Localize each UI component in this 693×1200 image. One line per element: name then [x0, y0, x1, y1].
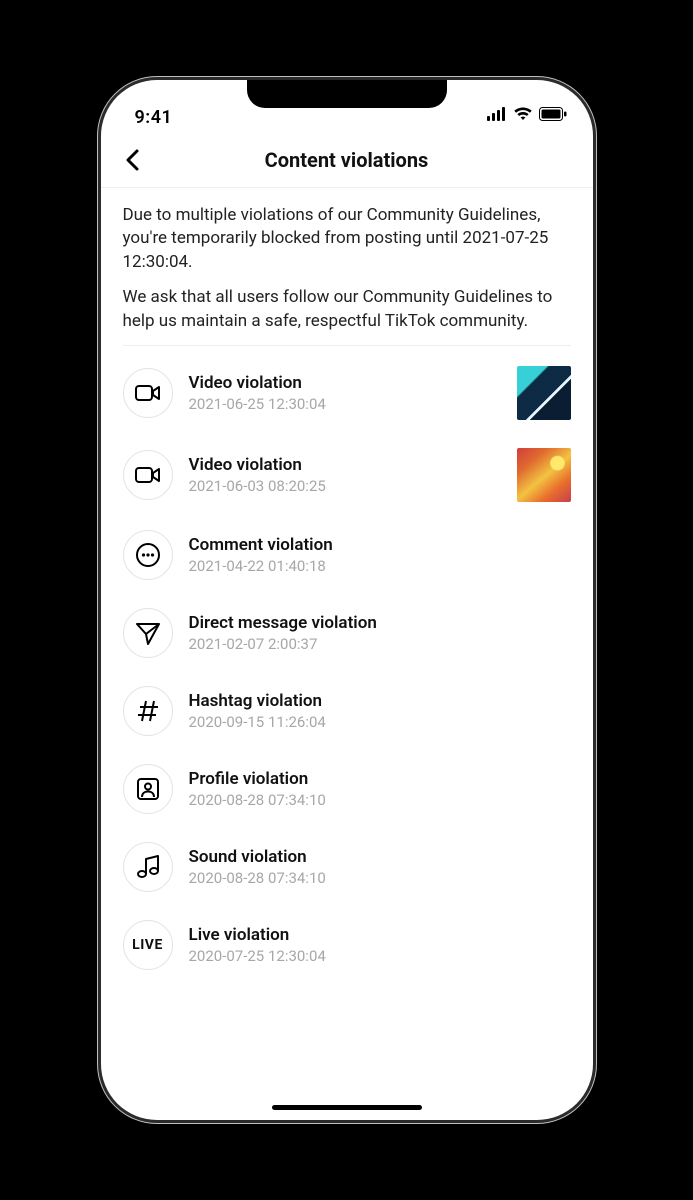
violation-item[interactable]: Profile violation 2020-08-28 07:34:10	[123, 750, 571, 828]
intro-paragraph-1: Due to multiple violations of our Commun…	[123, 204, 571, 274]
violation-timestamp: 2020-07-25 12:30:04	[189, 947, 571, 965]
violation-timestamp: 2021-04-22 01:40:18	[189, 557, 571, 575]
comment-icon	[123, 530, 173, 580]
violation-text: Live violation 2020-07-25 12:30:04	[189, 925, 571, 965]
battery-icon	[539, 105, 567, 126]
hashtag-icon	[123, 686, 173, 736]
violation-item[interactable]: Video violation 2021-06-25 12:30:04	[123, 352, 571, 434]
profile-icon	[123, 764, 173, 814]
violation-timestamp: 2021-06-25 12:30:04	[189, 395, 501, 413]
violation-title: Sound violation	[189, 847, 571, 867]
violation-item[interactable]: LIVE Live violation 2020-07-25 12:30:04	[123, 906, 571, 984]
home-indicator[interactable]	[272, 1105, 422, 1110]
intro-paragraph-2: We ask that all users follow our Communi…	[123, 286, 571, 333]
violation-text: Video violation 2021-06-03 08:20:25	[189, 455, 501, 495]
video-icon	[123, 368, 173, 418]
live-icon: LIVE	[123, 920, 173, 970]
nav-bar: Content violations	[101, 132, 593, 188]
violation-text: Sound violation 2020-08-28 07:34:10	[189, 847, 571, 887]
violation-timestamp: 2020-08-28 07:34:10	[189, 791, 571, 809]
back-button[interactable]	[115, 142, 151, 178]
violation-item[interactable]: Direct message violation 2021-02-07 2:00:…	[123, 594, 571, 672]
violation-thumbnail	[517, 366, 571, 420]
chevron-left-icon	[125, 149, 141, 171]
violation-title: Live violation	[189, 925, 571, 945]
violation-item[interactable]: Comment violation 2021-04-22 01:40:18	[123, 516, 571, 594]
video-icon	[123, 450, 173, 500]
violation-text: Hashtag violation 2020-09-15 11:26:04	[189, 691, 571, 731]
page-title: Content violations	[101, 148, 593, 172]
intro-block: Due to multiple violations of our Commun…	[123, 204, 571, 333]
violation-item[interactable]: Video violation 2021-06-03 08:20:25	[123, 434, 571, 516]
violation-text: Comment violation 2021-04-22 01:40:18	[189, 535, 571, 575]
violation-list: Video violation2021-06-25 12:30:04Video …	[123, 352, 571, 984]
violation-title: Profile violation	[189, 769, 571, 789]
violation-timestamp: 2021-06-03 08:20:25	[189, 477, 501, 495]
violation-title: Video violation	[189, 455, 501, 475]
violation-title: Hashtag violation	[189, 691, 571, 711]
violation-title: Video violation	[189, 373, 501, 393]
violation-title: Comment violation	[189, 535, 571, 555]
violation-text: Video violation 2021-06-25 12:30:04	[189, 373, 501, 413]
notch	[247, 80, 447, 108]
violation-timestamp: 2021-02-07 2:00:37	[189, 635, 571, 653]
phone-frame: 9:41	[101, 80, 593, 1120]
violation-thumbnail	[517, 448, 571, 502]
violation-item[interactable]: Sound violation 2020-08-28 07:34:10	[123, 828, 571, 906]
status-icons	[487, 105, 567, 132]
violation-timestamp: 2020-08-28 07:34:10	[189, 869, 571, 887]
send-icon	[123, 608, 173, 658]
violation-title: Direct message violation	[189, 613, 571, 633]
cellular-icon	[487, 105, 507, 126]
violation-timestamp: 2020-09-15 11:26:04	[189, 713, 571, 731]
status-time: 9:41	[135, 107, 173, 132]
violation-item[interactable]: Hashtag violation 2020-09-15 11:26:04	[123, 672, 571, 750]
violation-text: Profile violation 2020-08-28 07:34:10	[189, 769, 571, 809]
divider	[123, 345, 571, 346]
sound-icon	[123, 842, 173, 892]
violation-text: Direct message violation 2021-02-07 2:00:…	[189, 613, 571, 653]
wifi-icon	[513, 105, 533, 126]
content-area: Due to multiple violations of our Commun…	[101, 188, 593, 1120]
